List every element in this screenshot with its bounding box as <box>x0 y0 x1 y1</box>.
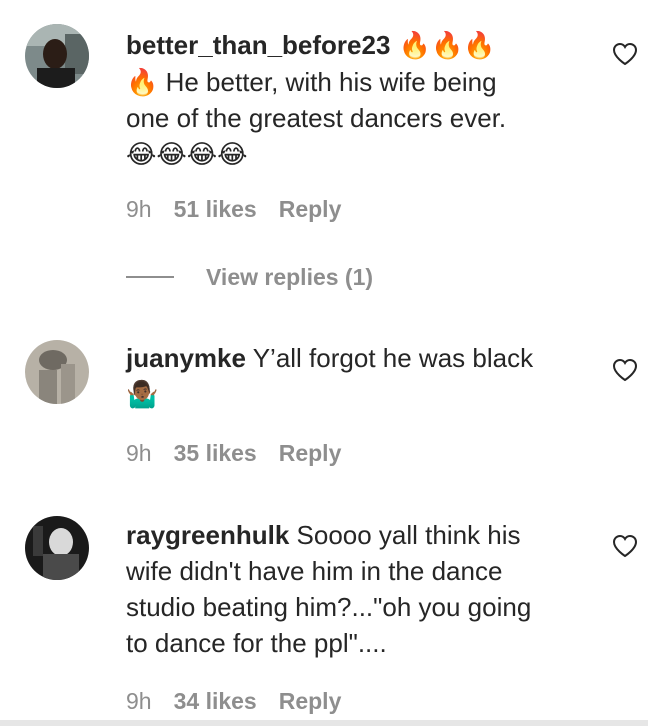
heart-icon[interactable] <box>612 534 638 558</box>
comment-username[interactable]: juanymke <box>126 343 246 373</box>
heart-icon[interactable] <box>612 42 638 66</box>
heart-icon[interactable] <box>612 358 638 382</box>
reply-button[interactable]: Reply <box>279 688 342 714</box>
comment-username[interactable]: better_than_before23 <box>126 30 390 60</box>
comment-time: 9h <box>126 440 152 466</box>
comment-time: 9h <box>126 688 152 714</box>
comment-likes[interactable]: 34 likes <box>174 688 257 714</box>
reply-button[interactable]: Reply <box>279 196 342 222</box>
comment-text-line: 🔥 He better, with his wife being <box>126 67 497 97</box>
comment-likes[interactable]: 51 likes <box>174 196 257 222</box>
comment-username[interactable]: raygreenhulk <box>126 520 289 550</box>
comment-text: juanymke Y’all forgot he was black 🤷🏾‍♂️ <box>126 340 592 413</box>
comment-text-line: 🔥🔥🔥 <box>390 31 496 61</box>
comment-text: better_than_before23 🔥🔥🔥 🔥 He better, wi… <box>126 27 592 173</box>
comment-text-line: Y’all forgot he was black <box>245 343 534 373</box>
comment-time: 9h <box>126 196 152 222</box>
comment-meta: 9h 51 likes Reply <box>126 196 363 223</box>
comment-text-line: 😂😂😂😂 <box>126 140 248 170</box>
view-replies-button[interactable]: View replies (1) <box>126 262 373 292</box>
scroll-edge <box>0 720 648 726</box>
comment-text-line: to dance for the ppl".... <box>126 628 387 658</box>
avatar[interactable] <box>25 516 89 580</box>
avatar[interactable] <box>25 340 89 404</box>
comment-text-line: studio beating him?..."oh you going <box>126 592 532 622</box>
comment-text-line: 🤷🏾‍♂️ <box>126 380 159 410</box>
comment-text-line: Soooo yall think his <box>289 520 521 550</box>
comment-meta: 9h 35 likes Reply <box>126 440 363 467</box>
comment-text-line: one of the greatest dancers ever. <box>126 103 507 133</box>
view-replies-label: View replies (1) <box>206 263 374 290</box>
reply-button[interactable]: Reply <box>279 440 342 466</box>
comment-likes[interactable]: 35 likes <box>174 440 257 466</box>
comment-meta: 9h 34 likes Reply <box>126 688 363 715</box>
comment-text-line: wife didn't have him in the dance <box>126 556 503 586</box>
avatar[interactable] <box>25 24 89 88</box>
divider <box>126 276 174 278</box>
comment-text: raygreenhulk Soooo yall think his wife d… <box>126 517 592 661</box>
